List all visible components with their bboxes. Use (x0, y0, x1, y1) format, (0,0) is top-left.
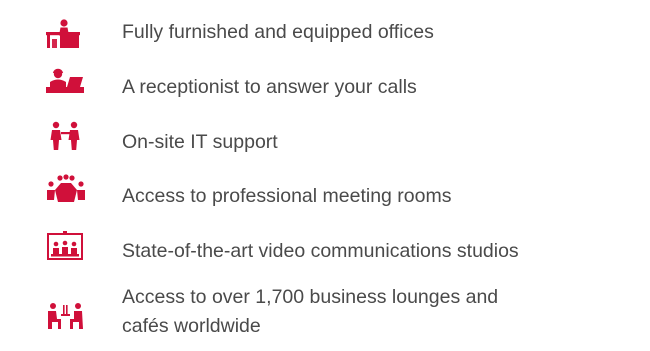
feature-label: Access to over 1,700 business lounges an… (122, 286, 499, 337)
feature-label: State-of-the-art video communications st… (122, 240, 519, 262)
video-conference-icon (44, 231, 88, 261)
it-support-icon (44, 121, 88, 151)
meeting-room-icon (44, 174, 88, 204)
business-lounge-icon (44, 301, 88, 331)
receptionist-icon (44, 67, 88, 97)
feature-list: Fully furnished and equipped offices A r… (0, 0, 650, 351)
feature-label: Access to professional meeting rooms (122, 185, 452, 207)
office-desk-icon (44, 19, 88, 49)
feature-label: Fully furnished and equipped offices (122, 21, 434, 43)
feature-label: A receptionist to answer your calls (122, 76, 417, 98)
feature-label: On-site IT support (122, 131, 278, 153)
